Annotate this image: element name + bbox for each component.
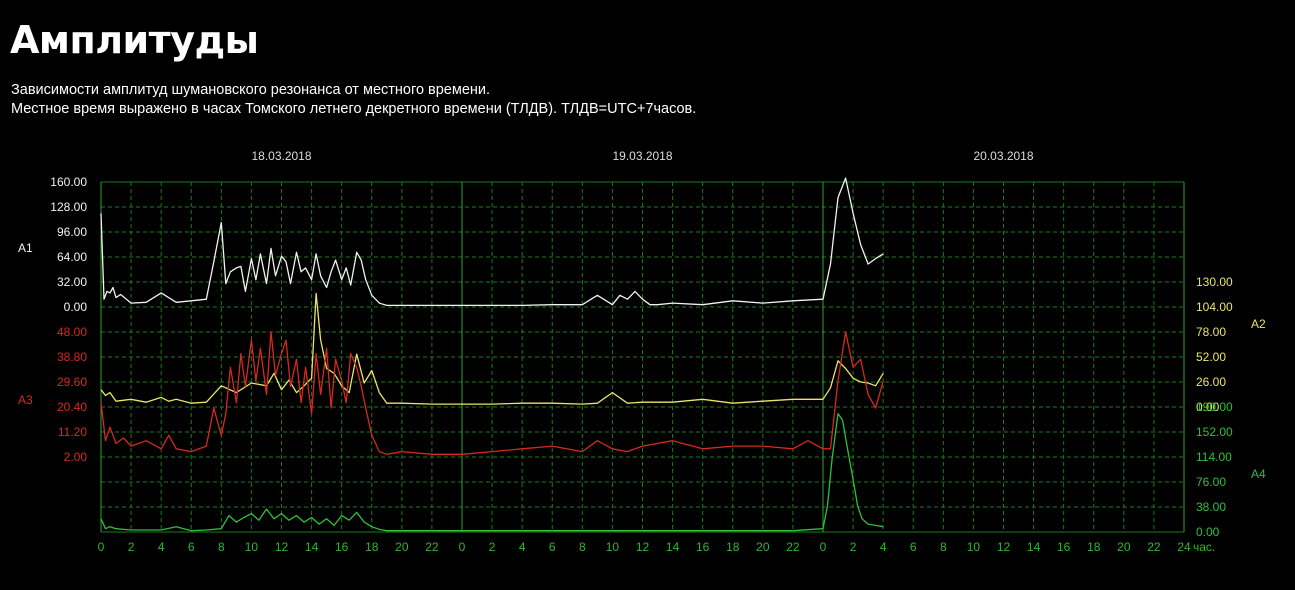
x-tick-label: 24 — [1177, 540, 1191, 554]
y-tick-a4: 190.00 — [1196, 400, 1233, 414]
y-tick-a2: 52.00 — [1196, 350, 1226, 364]
x-tick-label: 10 — [245, 540, 259, 554]
y-tick-a4: 152.00 — [1196, 425, 1233, 439]
x-tick-label: 4 — [158, 540, 165, 554]
x-tick-label: 20 — [395, 540, 409, 554]
axis-label-a2: A2 — [1251, 317, 1266, 331]
amplitude-chart: 18.03.2018 19.03.2018 20.03.20180 2 4 6 8 10 12 1… — [18, 149, 1266, 554]
x-tick-label: 2 — [850, 540, 857, 554]
axis-label-a4: A4 — [1251, 467, 1266, 481]
x-tick-label: 6 — [188, 540, 195, 554]
y-tick-a2: 78.00 — [1196, 325, 1226, 339]
y-tick-a4: 0.00 — [1196, 525, 1220, 539]
y-tick-a2: 26.00 — [1196, 375, 1226, 389]
x-tick-label: 20 — [756, 540, 770, 554]
date-label: 18.03.2018 — [251, 149, 311, 163]
x-tick-label: 4 — [519, 540, 526, 554]
x-tick-label: 14 — [666, 540, 680, 554]
x-tick-label: 12 — [275, 540, 289, 554]
y-tick-a4: 76.00 — [1196, 475, 1226, 489]
x-tick-label: 4 — [880, 540, 887, 554]
x-tick-label: 2 — [489, 540, 496, 554]
date-label: 20.03.2018 — [973, 149, 1033, 163]
y-tick-a4: 114.00 — [1196, 450, 1232, 464]
x-axis-unit: час. — [1193, 540, 1215, 554]
x-tick-label: 0 — [98, 540, 105, 554]
x-tick-label: 16 — [1057, 540, 1071, 554]
y-tick-a4: 38.00 — [1196, 500, 1226, 514]
x-tick-label: 8 — [940, 540, 947, 554]
y-tick-a3: 38.80 — [57, 350, 87, 364]
x-tick-label: 18 — [1087, 540, 1101, 554]
x-tick-label: 0 — [820, 540, 827, 554]
x-tick-label: 10 — [606, 540, 620, 554]
x-tick-label: 20 — [1117, 540, 1131, 554]
x-tick-label: 2 — [128, 540, 135, 554]
x-tick-label: 6 — [910, 540, 917, 554]
x-tick-label: 22 — [786, 540, 800, 554]
y-tick-a3: 48.00 — [57, 325, 87, 339]
x-tick-label: 22 — [425, 540, 439, 554]
x-tick-label: 14 — [1027, 540, 1041, 554]
y-tick-a2: 104.00 — [1196, 300, 1233, 314]
y-tick-a1: 32.00 — [57, 275, 87, 289]
y-tick-a3: 29.60 — [57, 375, 87, 389]
axis-label-a1: A1 — [18, 241, 33, 255]
x-tick-label: 14 — [305, 540, 319, 554]
x-tick-label: 8 — [218, 540, 225, 554]
y-tick-a1: 64.00 — [57, 250, 87, 264]
y-tick-a3: 20.40 — [57, 400, 87, 414]
date-label: 19.03.2018 — [612, 149, 672, 163]
x-tick-label: 12 — [997, 540, 1011, 554]
y-tick-a1: 0.00 — [64, 300, 88, 314]
y-tick-a1: 128.00 — [50, 200, 87, 214]
x-tick-label: 16 — [696, 540, 710, 554]
y-tick-a3: 2.00 — [64, 450, 88, 464]
y-tick-a3: 11.20 — [58, 425, 87, 439]
y-tick-a1: 160.00 — [50, 175, 87, 189]
y-tick-a2: 130.00 — [1196, 275, 1233, 289]
x-tick-label: 18 — [365, 540, 379, 554]
x-tick-label: 0 — [459, 540, 466, 554]
axis-label-a3: A3 — [18, 393, 33, 407]
x-tick-label: 22 — [1147, 540, 1161, 554]
x-tick-label: 6 — [549, 540, 556, 554]
x-tick-label: 12 — [636, 540, 650, 554]
y-tick-a1: 96.00 — [57, 225, 87, 239]
x-tick-label: 10 — [967, 540, 981, 554]
x-tick-label: 18 — [726, 540, 740, 554]
x-tick-label: 16 — [335, 540, 349, 554]
x-tick-label: 8 — [579, 540, 586, 554]
